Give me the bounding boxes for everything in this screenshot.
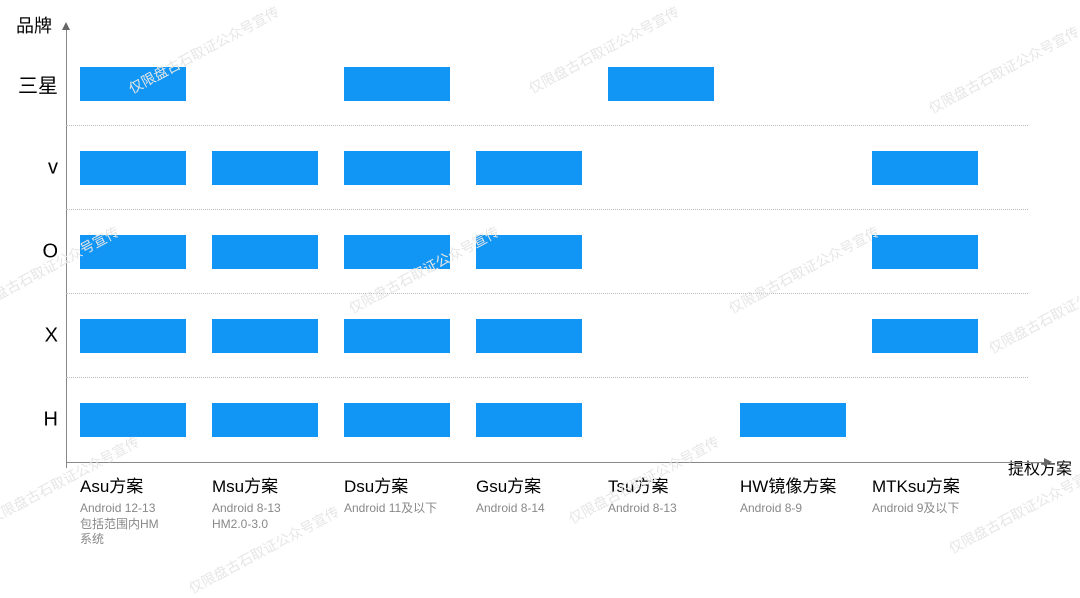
- y-tick-label: 三星: [8, 69, 58, 98]
- cell: [872, 151, 978, 185]
- x-tick-sublabel: Android 8-13 HM2.0-3.0: [212, 501, 338, 532]
- x-tick-label: MTKsu方案: [872, 472, 998, 497]
- plot-area: 三星 v O X H: [66, 42, 1028, 462]
- x-tick: Msu方案 Android 8-13 HM2.0-3.0: [212, 472, 338, 532]
- x-tick-label: Asu方案: [80, 472, 206, 497]
- cell: [344, 235, 450, 269]
- row-v: v: [66, 126, 1028, 210]
- cell: [212, 235, 318, 269]
- x-tick-sublabel: Android 12-13 包括范围内HM 系统: [80, 501, 206, 548]
- x-tick-sublabel: Android 8-9: [740, 501, 866, 517]
- x-tick-sublabel: Android 9及以下: [872, 501, 998, 517]
- cell: [476, 151, 582, 185]
- cell: [872, 235, 978, 269]
- cell: [80, 319, 186, 353]
- row-h: H: [66, 378, 1028, 462]
- cell: [80, 235, 186, 269]
- x-tick: Dsu方案 Android 11及以下: [344, 472, 470, 517]
- cell: [872, 319, 978, 353]
- x-tick-label: Msu方案: [212, 472, 338, 497]
- x-tick: Asu方案 Android 12-13 包括范围内HM 系统: [80, 472, 206, 548]
- cell: [80, 151, 186, 185]
- cell: [476, 403, 582, 437]
- x-tick-label: HW镜像方案: [740, 472, 866, 497]
- cell: [80, 67, 186, 101]
- y-tick-label: v: [8, 156, 58, 179]
- row-o: O: [66, 210, 1028, 294]
- x-tick-label: Tsu方案: [608, 472, 734, 497]
- y-tick-label: O: [8, 240, 58, 263]
- x-tick: Gsu方案 Android 8-14: [476, 472, 602, 517]
- cell: [80, 403, 186, 437]
- x-tick: MTKsu方案 Android 9及以下: [872, 472, 998, 517]
- y-axis-title: 品牌: [16, 12, 52, 38]
- x-tick: Tsu方案 Android 8-13: [608, 472, 734, 517]
- cell: [344, 151, 450, 185]
- x-axis-line: [66, 462, 1046, 463]
- row-x: X: [66, 294, 1028, 378]
- cell: [608, 67, 714, 101]
- x-tick-label: Gsu方案: [476, 472, 602, 497]
- x-tick-sublabel: Android 8-13: [608, 501, 734, 517]
- cell: [344, 67, 450, 101]
- row-samsung: 三星: [66, 42, 1028, 126]
- x-tick-sublabel: Android 8-14: [476, 501, 602, 517]
- cell: [212, 151, 318, 185]
- cell: [212, 403, 318, 437]
- cell: [212, 319, 318, 353]
- y-tick-label: X: [8, 324, 58, 347]
- x-tick-sublabel: Android 11及以下: [344, 501, 470, 517]
- cell: [740, 403, 846, 437]
- y-tick-label: H: [8, 409, 58, 432]
- cell: [344, 403, 450, 437]
- cell: [344, 319, 450, 353]
- cell: [476, 235, 582, 269]
- x-tick: HW镜像方案 Android 8-9: [740, 472, 866, 517]
- cell: [476, 319, 582, 353]
- x-tick-label: Dsu方案: [344, 472, 470, 497]
